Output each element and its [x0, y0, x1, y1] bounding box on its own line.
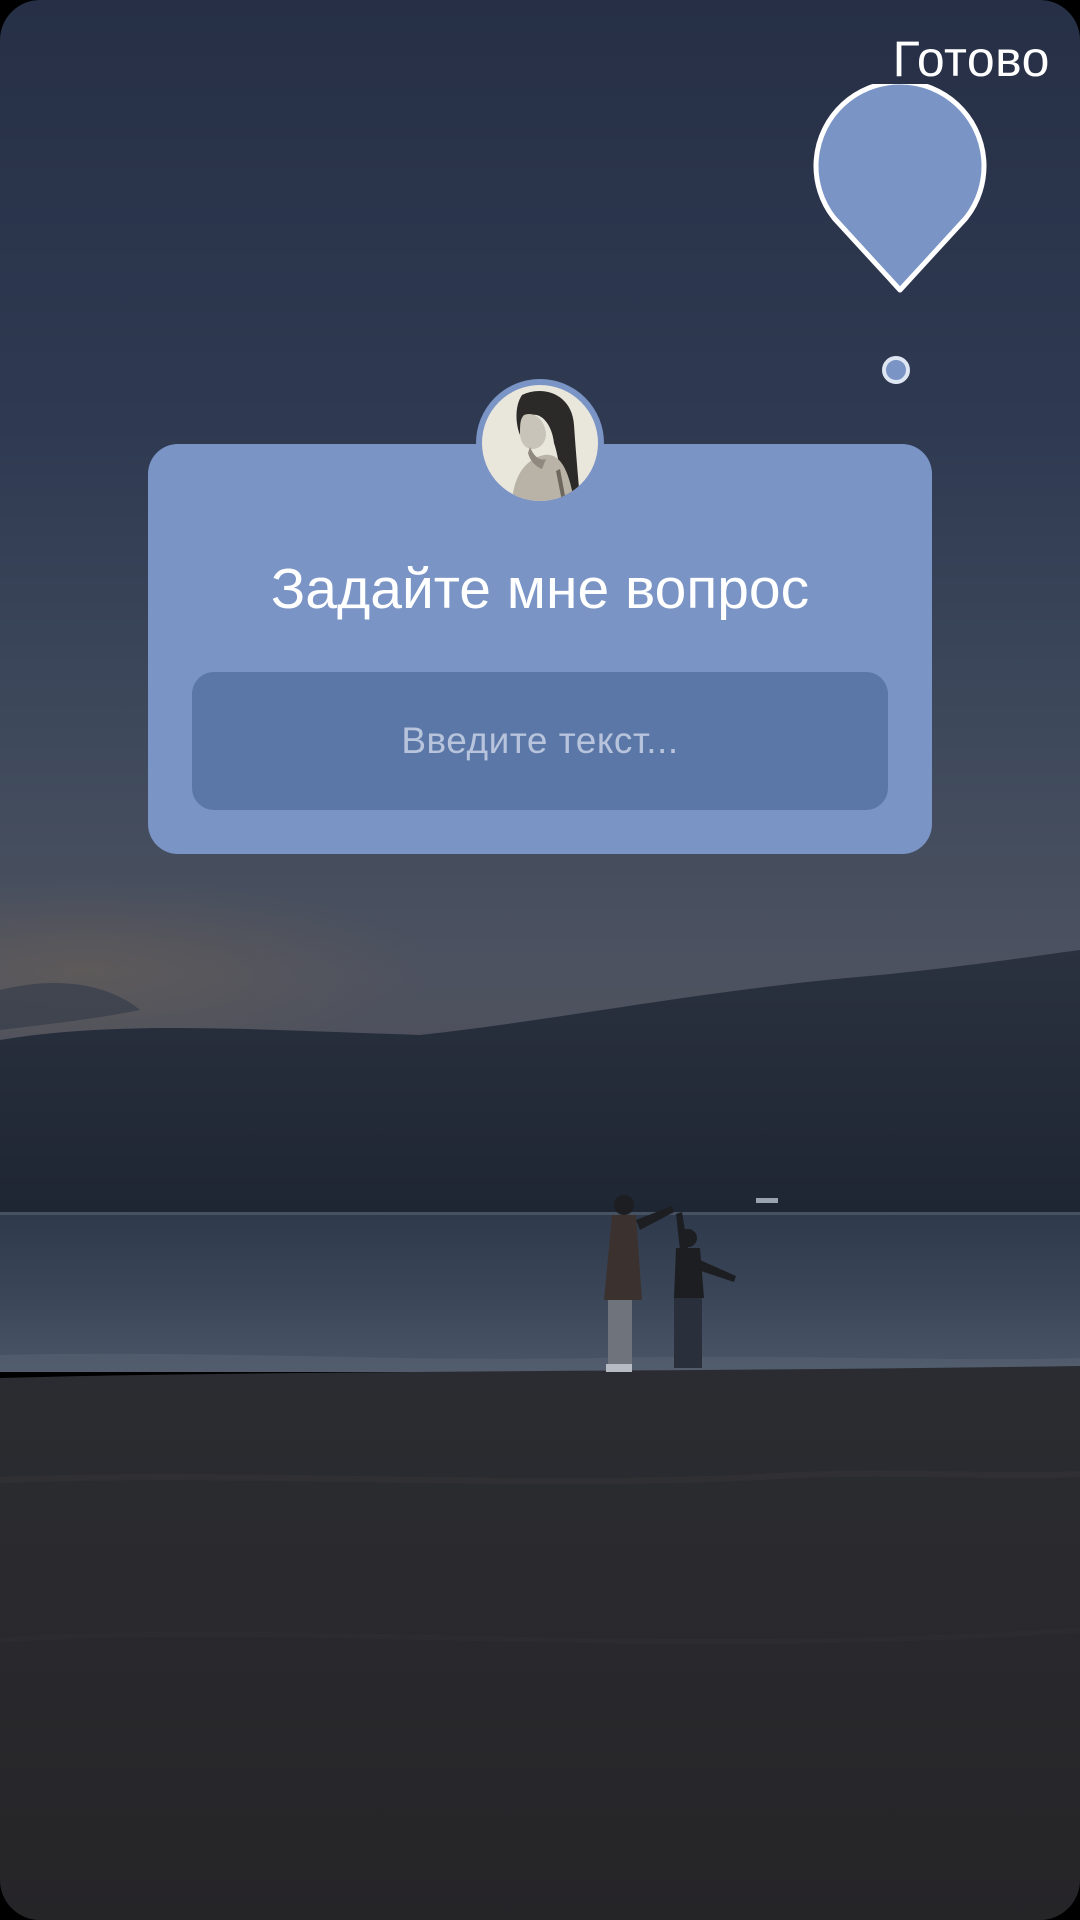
avatar: [476, 379, 604, 507]
question-input[interactable]: Введите текст...: [192, 672, 888, 810]
done-button[interactable]: Готово: [893, 30, 1050, 88]
avatar-photo: [482, 385, 598, 501]
question-input-placeholder: Введите текст...: [401, 720, 679, 761]
sticker-title: Задайте мне вопрос: [270, 557, 810, 621]
color-drop-icon[interactable]: [810, 84, 990, 296]
story-editor-screen: Готово Задайте мне вопрос Введите текст.…: [0, 0, 1080, 1920]
color-dot-icon[interactable]: [882, 356, 910, 384]
